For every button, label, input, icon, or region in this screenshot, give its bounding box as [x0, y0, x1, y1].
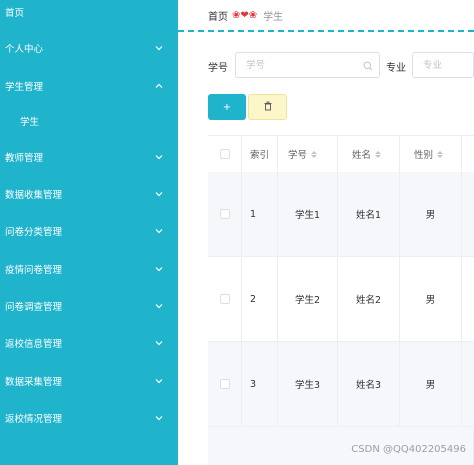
delete-button[interactable] — [248, 94, 287, 120]
breadcrumb-home[interactable]: 首页 — [208, 8, 228, 23]
chevron-down-icon — [154, 376, 164, 386]
chevron-down-icon — [154, 301, 164, 311]
sidebar-item-label: 学生 — [20, 117, 40, 128]
breadcrumb-current: 学生 — [263, 11, 284, 23]
sidebar-item-label: 问卷分类管理 — [5, 227, 63, 238]
data-table: 索引 学号 姓名 性别 1 学生1 姓名1 男 2 学生2 姓名2 男 3 学生… — [208, 135, 474, 465]
row-checkbox[interactable] — [219, 379, 230, 389]
table-row — [208, 172, 242, 257]
sidebar-item-home[interactable]: 首页 — [0, 0, 178, 27]
table-header-more — [462, 136, 474, 172]
table-header-gender[interactable]: 性别 — [400, 136, 462, 172]
chevron-down-icon — [154, 43, 164, 53]
sidebar-item-personal-center[interactable]: 个人中心 — [0, 33, 178, 63]
row-checkbox[interactable] — [219, 209, 230, 219]
table-header-student-id[interactable]: 学号 — [278, 136, 338, 172]
sidebar-item-label: 返校信息管理 — [5, 339, 63, 350]
cell-gender: 男 — [400, 342, 462, 427]
breadcrumb: 首页 ❀❤❀ 学生 — [178, 0, 474, 32]
table-row — [208, 342, 242, 427]
major-label: 专业 — [386, 63, 406, 74]
sidebar-item-epidemic-questionnaire[interactable]: 疫情问卷管理 — [0, 254, 178, 284]
search-bar: 学号 专业 — [178, 52, 474, 80]
sidebar-item-label: 数据收集管理 — [5, 190, 63, 201]
cell-index: 1 — [242, 172, 278, 257]
row-checkbox[interactable] — [219, 294, 230, 304]
chevron-down-icon — [154, 413, 164, 423]
cell-student-id: 学生3 — [278, 342, 338, 427]
chevron-down-icon — [154, 189, 164, 199]
chevron-down-icon — [154, 264, 164, 274]
sidebar-item-return-info[interactable]: 返校信息管理 — [0, 328, 178, 358]
chevron-down-icon — [154, 226, 164, 236]
sidebar-item-label: 问卷调查管理 — [5, 302, 63, 313]
search-icon — [363, 61, 373, 71]
table-header-index: 索引 — [242, 136, 278, 172]
sidebar-item-return-status[interactable]: 返校情况管理 — [0, 403, 178, 433]
table-header-name[interactable]: 姓名 — [338, 136, 400, 172]
cell-gender: 男 — [400, 257, 462, 342]
sidebar: 首页 个人中心 学生管理 学生 教师管理 数据收集管理 问卷分类管理 疫情问卷管… — [0, 0, 178, 465]
cell-gender: 男 — [400, 172, 462, 257]
sidebar-item-student-management[interactable]: 学生管理 — [0, 71, 178, 101]
sort-icon[interactable] — [375, 150, 382, 158]
cell-name: 姓名1 — [338, 172, 400, 257]
sidebar-item-label: 学生管理 — [5, 82, 44, 93]
cell-more — [462, 172, 474, 257]
sidebar-item-label: 返校情况管理 — [5, 414, 63, 425]
cell-more — [462, 342, 474, 427]
major-input[interactable] — [412, 52, 474, 78]
sidebar-item-label: 个人中心 — [5, 44, 44, 55]
main-content: 首页 ❀❤❀ 学生 学号 专业 + 索引 学号 — [178, 0, 474, 465]
cell-student-id: 学生1 — [278, 172, 338, 257]
sidebar-item-student[interactable]: 学生 — [0, 106, 178, 136]
chevron-down-icon — [154, 152, 164, 162]
table-header-select — [208, 136, 242, 172]
add-button[interactable]: + — [208, 94, 246, 120]
sidebar-item-questionnaire-category[interactable]: 问卷分类管理 — [0, 216, 178, 246]
cell-name: 姓名2 — [338, 257, 400, 342]
select-all-checkbox[interactable] — [219, 149, 230, 159]
sidebar-item-survey-management[interactable]: 问卷调查管理 — [0, 291, 178, 321]
sidebar-item-label: 教师管理 — [5, 153, 44, 164]
trash-icon — [263, 101, 273, 114]
sidebar-item-teacher-management[interactable]: 教师管理 — [0, 142, 178, 172]
sidebar-item-data-acquisition[interactable]: 数据采集管理 — [0, 366, 178, 396]
cell-index: 2 — [242, 257, 278, 342]
cell-more — [462, 257, 474, 342]
sidebar-item-label: 疫情问卷管理 — [5, 265, 63, 276]
sidebar-item-label: 数据采集管理 — [5, 377, 63, 388]
student-id-label: 学号 — [208, 63, 228, 74]
add-button-label: + — [222, 101, 232, 113]
sort-icon[interactable] — [437, 150, 444, 158]
sidebar-item-data-collection-management[interactable]: 数据收集管理 — [0, 179, 178, 209]
cell-name: 姓名3 — [338, 342, 400, 427]
sidebar-item-label: 首页 — [5, 8, 25, 19]
student-id-input[interactable] — [235, 52, 380, 78]
cell-student-id: 学生2 — [278, 257, 338, 342]
chevron-up-icon — [154, 81, 164, 91]
cell-index: 3 — [242, 342, 278, 427]
table-row — [208, 257, 242, 342]
sort-icon[interactable] — [311, 150, 318, 158]
watermark: CSDN @QQ402205496 — [351, 444, 466, 455]
chevron-down-icon — [154, 338, 164, 348]
heart-icon: ❀❤❀ — [232, 9, 258, 21]
